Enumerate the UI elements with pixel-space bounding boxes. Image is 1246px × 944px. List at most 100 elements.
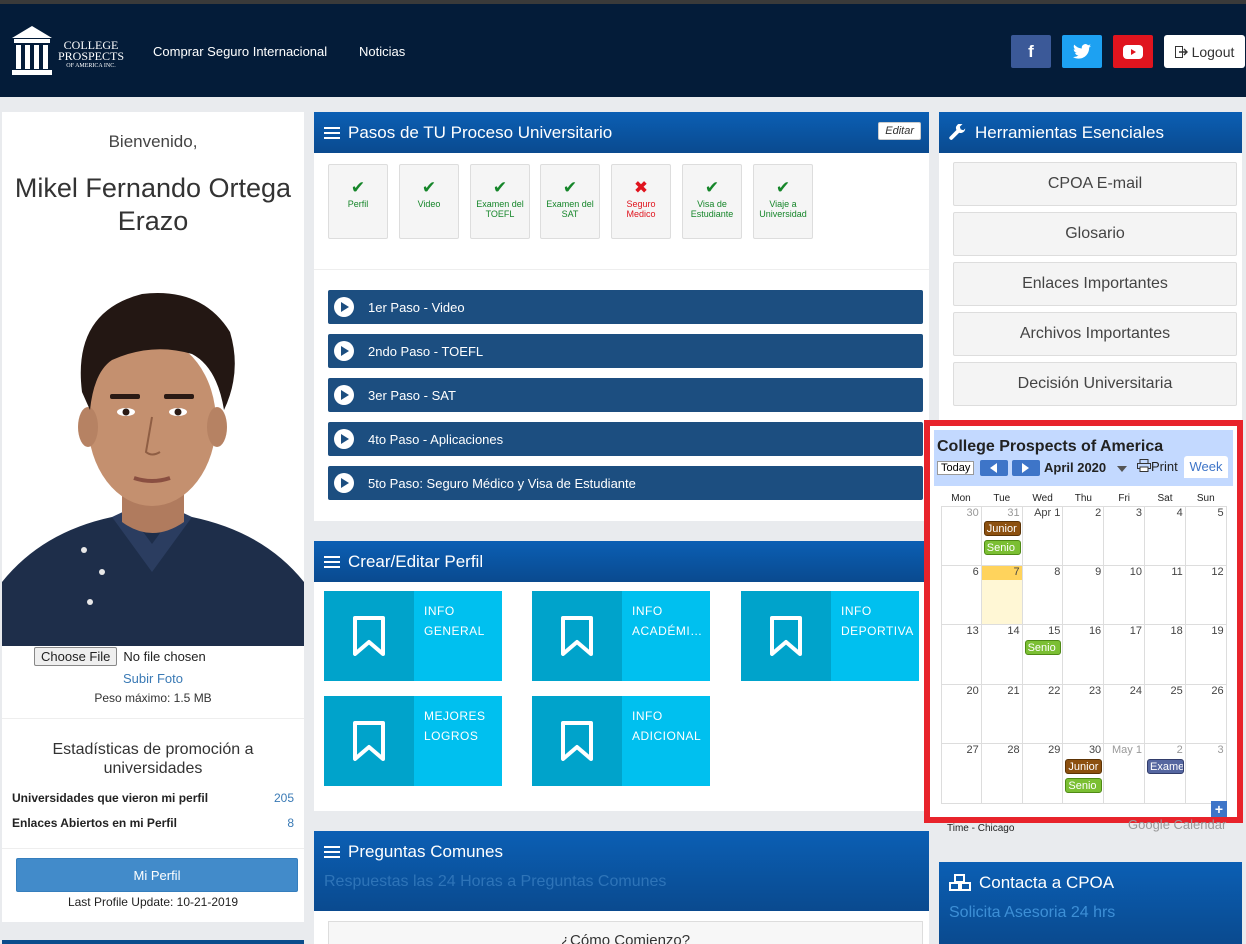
calendar-day-cell[interactable]: 10 — [1104, 565, 1145, 626]
calendar-day-cell[interactable]: Apr 1 — [1022, 506, 1064, 566]
calendar-day-cell[interactable]: 30 — [941, 506, 982, 566]
calendar-dow-wed: Wed — [1032, 493, 1053, 504]
tile-info-deportiva[interactable]: INFO DEPORTIVA — [741, 591, 919, 681]
step-bar-4[interactable]: 4to Paso - Aplicaciones — [328, 422, 923, 456]
faq-panel: Preguntas Comunes Respuestas las 24 Hora… — [314, 831, 929, 944]
upload-photo-link[interactable]: Subir Foto — [2, 671, 304, 686]
cpoa-logo[interactable]: COLLEGE PROSPECTS OF AMERICA INC. — [12, 26, 127, 78]
checklist-item-video[interactable]: ✔ Video — [399, 164, 459, 239]
calendar-day-cell[interactable]: 24 — [1104, 684, 1145, 745]
calendar-event[interactable]: Junior — [983, 521, 1021, 536]
calendar-day-cell[interactable]: 20 — [941, 684, 982, 745]
calendar-day-cell[interactable]: 27 — [941, 744, 982, 804]
checklist-item-sat[interactable]: ✔ Examen del SAT — [540, 164, 600, 239]
calendar-day-cell[interactable]: 23 — [1063, 684, 1105, 745]
facebook-button[interactable]: f — [1011, 35, 1051, 68]
twitter-button[interactable] — [1062, 35, 1102, 68]
tool-cpoa-email[interactable]: CPOA E-mail — [953, 162, 1237, 206]
tile-mejores-logros[interactable]: MEJORES LOGROS — [324, 696, 502, 786]
tool-enlaces[interactable]: Enlaces Importantes — [953, 262, 1237, 306]
stat-value[interactable]: 8 — [287, 816, 294, 830]
youtube-button[interactable] — [1113, 35, 1153, 68]
calendar-next-icon[interactable] — [1012, 460, 1040, 476]
divider — [2, 848, 304, 849]
calendar-day-cell[interactable]: 12 — [1185, 565, 1227, 626]
calendar-day-cell[interactable]: 21 — [981, 684, 1023, 745]
google-calendar-logo[interactable]: Google Calendar — [1128, 817, 1226, 832]
faq-item-label: ¿Cómo Comienzo? — [560, 932, 691, 944]
stat-row-links: Enlaces Abiertos en mi Perfil 8 — [12, 816, 294, 830]
contact-subtitle[interactable]: Solicita Asesoria 24 hrs — [949, 904, 1115, 922]
calendar-day-cell[interactable]: 2 — [1063, 506, 1105, 566]
tile-line-2: DEPORTIVA — [841, 624, 914, 638]
step-bar-1[interactable]: 1er Paso - Video — [328, 290, 923, 324]
calendar-day-cell[interactable]: 28 — [981, 744, 1023, 804]
calendar-day-number: 30 — [1088, 744, 1102, 757]
step-bar-3[interactable]: 3er Paso - SAT — [328, 378, 923, 412]
tile-info-general[interactable]: INFO GENERAL — [324, 591, 502, 681]
logout-button[interactable]: Logout — [1164, 35, 1245, 68]
calendar-day-cell[interactable]: 3 — [1185, 744, 1227, 804]
calendar-day-cell[interactable]: 7 — [981, 565, 1023, 626]
calendar-day-cell[interactable]: 25 — [1145, 684, 1186, 745]
calendar-day-cell[interactable]: 13 — [941, 625, 982, 685]
tool-archivos[interactable]: Archivos Importantes — [953, 312, 1237, 356]
calendar-print-button[interactable]: Print — [1137, 459, 1178, 474]
chevron-down-icon[interactable] — [1117, 466, 1127, 472]
checklist-item-toefl[interactable]: ✔ Examen del TOEFL — [470, 164, 530, 239]
calendar-prev-icon[interactable] — [980, 460, 1008, 476]
calendar-day-cell[interactable]: 22 — [1022, 684, 1064, 745]
stat-value[interactable]: 205 — [274, 791, 294, 805]
calendar-day-cell[interactable]: 3 — [1104, 506, 1145, 566]
tile-info-academica[interactable]: INFO ACADÉMI… — [532, 591, 710, 681]
calendar-day-cell[interactable]: 30 — [1063, 744, 1105, 804]
calendar-day-cell[interactable]: 8 — [1022, 565, 1064, 626]
tool-decision[interactable]: Decisión Universitaria — [953, 362, 1237, 406]
calendar-day-cell[interactable]: 14 — [981, 625, 1023, 685]
calendar-event[interactable]: Senio — [1024, 640, 1062, 656]
calendar-day-cell[interactable]: 16 — [1063, 625, 1105, 685]
calendar-today-button[interactable]: Today — [937, 461, 975, 475]
calendar-day-cell[interactable]: 5 — [1185, 506, 1227, 566]
calendar-day-cell[interactable]: 29 — [1022, 744, 1064, 804]
calendar-week-tab[interactable]: Week — [1184, 456, 1228, 478]
calendar-event[interactable]: Senio — [1065, 778, 1103, 794]
add-calendar-icon[interactable]: + — [1211, 801, 1227, 817]
calendar-day-cell[interactable]: 4 — [1145, 506, 1186, 566]
checklist-item-perfil[interactable]: ✔ Perfil — [328, 164, 388, 239]
calendar-day-cell[interactable]: 2 — [1145, 744, 1186, 804]
choose-file-button[interactable]: Choose File — [34, 647, 118, 666]
step-bar-2[interactable]: 2ndo Paso - TOEFL — [328, 334, 923, 368]
welcome-text: Bienvenido, — [108, 132, 198, 151]
calendar-day-cell[interactable]: 26 — [1185, 684, 1227, 745]
calendar-day-number: 24 — [1129, 684, 1142, 697]
my-profile-button[interactable]: Mi Perfil — [16, 858, 298, 892]
calendar-title: College Prospects of America — [937, 438, 1164, 455]
calendar-event[interactable]: Junior — [1065, 759, 1103, 775]
facebook-icon: f — [1028, 41, 1034, 61]
calendar-day-cell[interactable]: 18 — [1145, 625, 1186, 685]
edit-button[interactable]: Editar — [878, 122, 921, 140]
tile-line-1: MEJORES — [424, 709, 486, 723]
calendar-day-cell[interactable]: May 1 — [1104, 744, 1145, 804]
checklist-item-visa[interactable]: ✔ Visa de Estudiante — [682, 164, 742, 239]
checklist-item-seguro[interactable]: ✖ Seguro Medico — [611, 164, 671, 239]
calendar-grid: 30 31 Apr 1 2 3 4 5 6 7 8 9 10 11 12 13 14 15 16 17 18 19 20 2… — [941, 506, 1227, 804]
faq-item[interactable]: ¿Cómo Comienzo? — [328, 921, 923, 944]
tile-info-adicional[interactable]: INFO ADICIONAL — [532, 696, 710, 786]
calendar-day-number: 31 — [1007, 507, 1020, 519]
stat-label: Enlaces Abiertos en mi Perfil — [12, 816, 177, 830]
calendar-day-cell[interactable]: 9 — [1063, 565, 1105, 626]
tool-glosario[interactable]: Glosario — [953, 212, 1237, 256]
step-bar-5[interactable]: 5to Paso: Seguro Médico y Visa de Estudi… — [328, 466, 923, 500]
calendar-day-cell[interactable]: 11 — [1145, 565, 1186, 626]
calendar-event[interactable]: Senio — [983, 540, 1021, 555]
nav-buy-insurance[interactable]: Comprar Seguro Internacional — [153, 44, 327, 59]
calendar-event[interactable]: Exame — [1147, 759, 1184, 775]
calendar-day-cell[interactable]: 17 — [1104, 625, 1145, 685]
divider — [2, 718, 304, 719]
nav-news[interactable]: Noticias — [359, 44, 405, 59]
calendar-day-cell[interactable]: 19 — [1185, 625, 1227, 685]
calendar-day-cell[interactable]: 6 — [941, 565, 982, 626]
checklist-item-viaje[interactable]: ✔ Viaje a Universidad — [753, 164, 813, 239]
